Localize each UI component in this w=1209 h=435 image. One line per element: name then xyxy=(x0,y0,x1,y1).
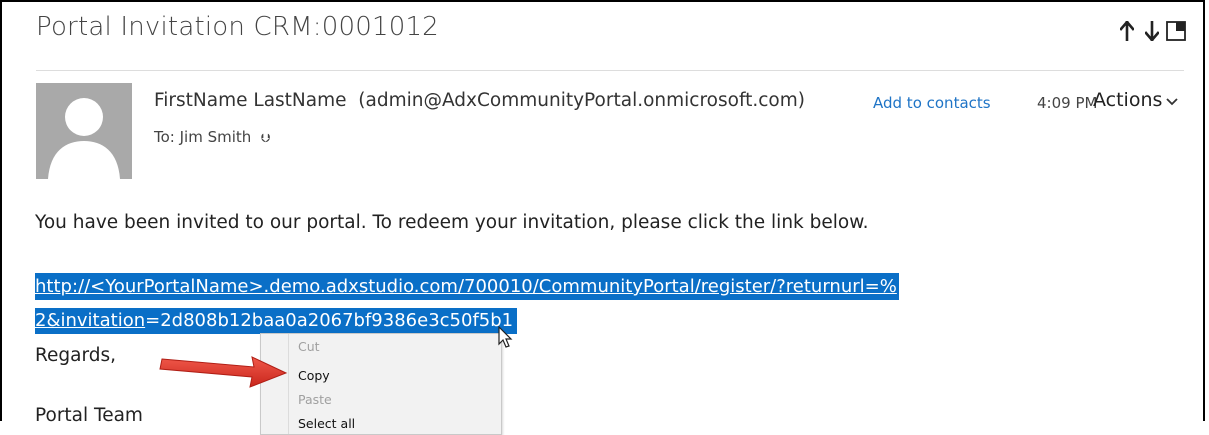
mouse-pointer-icon xyxy=(498,326,513,348)
actions-label: Actions xyxy=(1093,89,1163,111)
person-silhouette-icon xyxy=(48,98,120,179)
email-subject: Portal Invitation CRM:0001012 xyxy=(36,12,439,42)
sent-time: 4:09 PM xyxy=(1037,94,1098,112)
recipients: To: Jim Smith ⮋ xyxy=(154,128,270,146)
sender-name: FirstName LastName xyxy=(154,90,347,111)
arrow-up-icon xyxy=(1120,21,1134,41)
header-divider xyxy=(36,70,1184,71)
signature-text: Portal Team xyxy=(35,405,143,426)
invitation-link-part-2: =2d808b12baa0a2067bf9386e3c50f5b1 xyxy=(145,310,514,331)
context-menu-paste[interactable]: Paste xyxy=(298,392,332,407)
pop-out-icon xyxy=(1166,21,1186,41)
invitation-link-part-1: 2&invitation xyxy=(35,310,146,331)
pop-out-button[interactable] xyxy=(1165,18,1187,44)
next-message-button[interactable] xyxy=(1142,18,1162,44)
sender-email: (admin@AdxCommunityPortal.onmicrosoft.co… xyxy=(358,90,805,111)
context-menu: Cut Copy Paste Select all xyxy=(260,333,502,435)
regards-text: Regards, xyxy=(35,345,117,366)
sender: FirstName LastName (admin@AdxCommunityPo… xyxy=(154,90,805,111)
previous-message-button[interactable] xyxy=(1117,18,1137,44)
add-to-contacts-link[interactable]: Add to contacts xyxy=(873,94,991,112)
context-menu-copy[interactable]: Copy xyxy=(298,368,330,383)
invitation-link-line-2[interactable]: 2&invitation=2d808b12baa0a2067bf9386e3c5… xyxy=(35,308,518,334)
chevron-down-icon xyxy=(1166,97,1179,105)
expand-recipients-icon[interactable]: ⮋ xyxy=(261,131,270,145)
arrow-down-icon xyxy=(1145,21,1159,41)
actions-menu-button[interactable]: Actions xyxy=(1093,89,1179,111)
context-menu-cut[interactable]: Cut xyxy=(298,339,320,354)
avatar xyxy=(36,83,132,179)
message-body-text: You have been invited to our portal. To … xyxy=(35,212,869,233)
to-line: To: Jim Smith xyxy=(154,128,252,146)
context-menu-select-all[interactable]: Select all xyxy=(298,416,355,431)
invitation-link-line-1[interactable]: http://<YourPortalName>.demo.adxstudio.c… xyxy=(35,273,899,300)
red-callout-arrow xyxy=(159,356,288,388)
